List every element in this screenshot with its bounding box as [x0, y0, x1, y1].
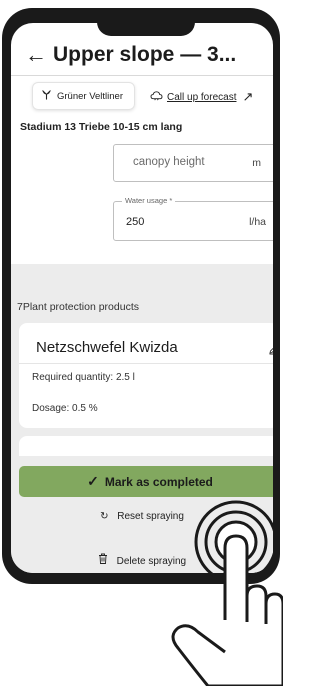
variety-chip[interactable]: Grüner Veltliner	[32, 82, 135, 110]
phone-frame: ← Upper slope — 3... Grüner Veltliner Ca…	[2, 8, 280, 584]
header: ← Upper slope — 3...	[11, 35, 273, 75]
tap-hand-icon	[171, 500, 283, 686]
forecast-label: Call up forecast	[167, 91, 237, 103]
next-product-card	[19, 436, 273, 456]
required-quantity: Required quantity: 2.5 l	[32, 372, 135, 383]
checkmark-icon: ✓	[87, 473, 99, 489]
canopy-height-unit: m	[252, 157, 261, 169]
canopy-height-field[interactable]: canopy height m	[113, 144, 273, 182]
variety-label: Grüner Veltliner	[57, 90, 124, 102]
trash-icon	[98, 553, 111, 567]
dosage: Dosage: 0.5 %	[32, 403, 98, 414]
growth-stage: Stadium 13 Triebe 10-15 cm lang	[20, 121, 183, 133]
water-usage-value: 250	[126, 216, 145, 228]
app-screen: ← Upper slope — 3... Grüner Veltliner Ca…	[11, 23, 273, 573]
pencil-icon[interactable]	[268, 342, 273, 355]
grape-vine-icon	[41, 89, 52, 103]
mark-completed-button[interactable]: ✓ Mark as completed	[19, 466, 273, 497]
water-usage-label: Water usage *	[122, 196, 176, 205]
header-divider	[11, 75, 273, 76]
canopy-height-placeholder: canopy height	[133, 156, 205, 168]
back-arrow-icon[interactable]: ←	[25, 42, 47, 68]
water-usage-unit: l/ha	[249, 216, 266, 228]
cloud-icon	[150, 90, 163, 104]
forecast-link[interactable]: Call up forecast ↗	[150, 89, 253, 105]
arrow-up-right-icon: ↗	[242, 89, 254, 104]
water-usage-field[interactable]: Water usage * 250 l/ha	[113, 196, 273, 241]
product-card-divider	[19, 363, 273, 364]
phone-notch	[97, 16, 195, 36]
page-title: Upper slope — 3...	[53, 43, 237, 66]
products-section-title: 7Plant protection products	[17, 301, 139, 313]
reset-icon: ↻	[100, 511, 109, 522]
product-name: Netzschwefel Kwizda	[36, 339, 178, 356]
mark-completed-label: Mark as completed	[104, 474, 213, 489]
